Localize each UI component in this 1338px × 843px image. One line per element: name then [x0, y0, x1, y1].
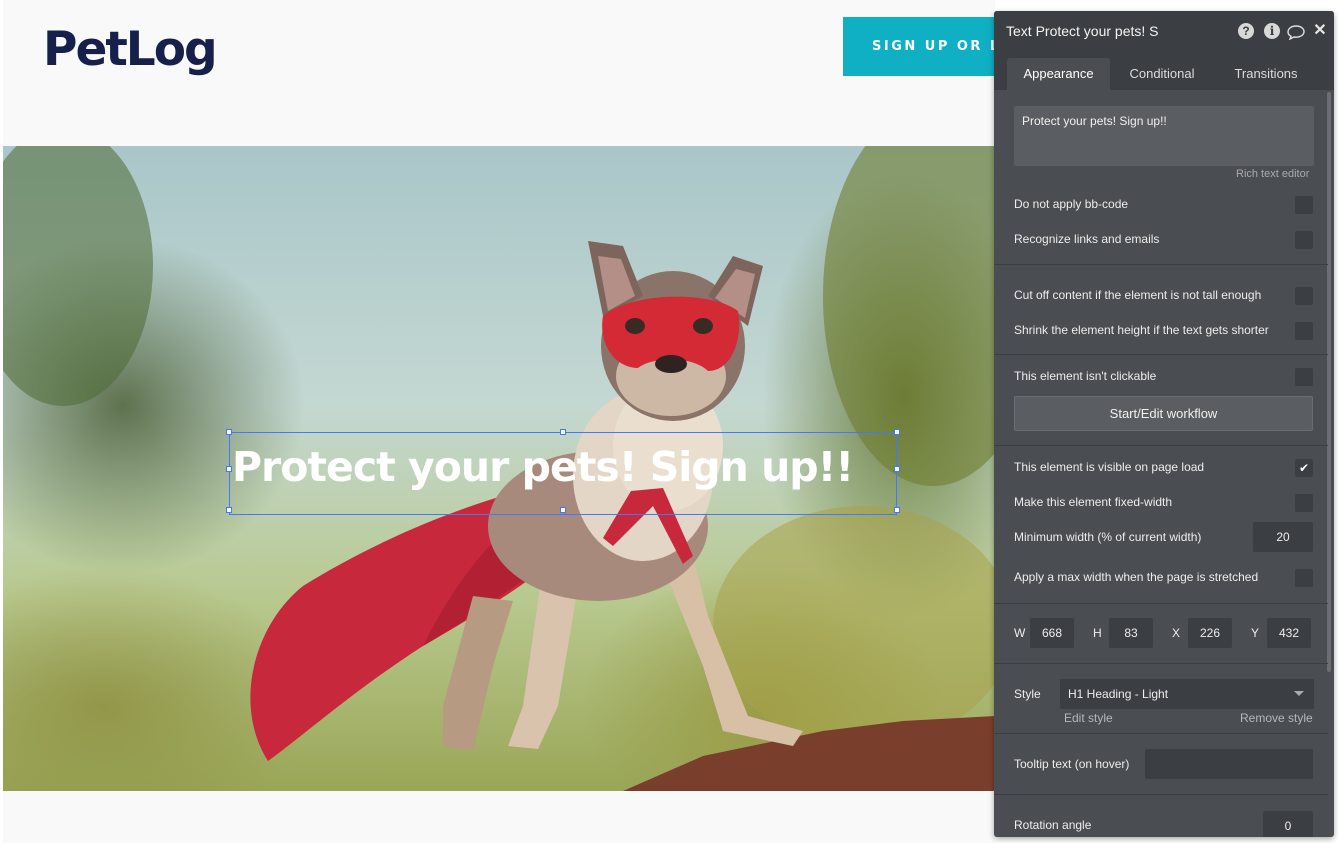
- hero-heading-text[interactable]: Protect your pets! Sign up!!: [229, 432, 897, 515]
- panel-header[interactable]: Text Protect your pets! S ? i ✕: [994, 11, 1334, 51]
- resize-handle-top-right[interactable]: [894, 429, 900, 435]
- logo[interactable]: PetLog: [43, 22, 218, 77]
- start-edit-workflow-button[interactable]: Start/Edit workflow: [1014, 396, 1313, 431]
- divider: [994, 264, 1328, 265]
- width-label: W: [1014, 626, 1026, 640]
- tooltip-input[interactable]: [1145, 749, 1313, 779]
- resize-handle-bottom-left[interactable]: [226, 507, 232, 513]
- not-clickable-label: This element isn't clickable: [1014, 369, 1157, 383]
- resize-handle-bottom-right[interactable]: [894, 507, 900, 513]
- info-icon[interactable]: i: [1264, 23, 1280, 39]
- page-canvas: PetLog SIGN UP OR LOG IN: [3, 0, 995, 843]
- fixed-width-checkbox[interactable]: [1295, 494, 1313, 512]
- divider: [994, 663, 1328, 664]
- tooltip-label: Tooltip text (on hover): [1014, 757, 1130, 771]
- height-input[interactable]: 83: [1109, 618, 1153, 648]
- max-width-label: Apply a max width when the page is stret…: [1014, 570, 1259, 584]
- tab-appearance[interactable]: Appearance: [1007, 58, 1110, 90]
- divider: [994, 445, 1328, 446]
- tab-transitions[interactable]: Transitions: [1218, 58, 1314, 90]
- remove-style-link[interactable]: Remove style: [1240, 711, 1313, 725]
- width-input[interactable]: 668: [1030, 618, 1074, 648]
- max-width-checkbox[interactable]: [1295, 569, 1313, 587]
- min-width-label: Minimum width (% of current width): [1014, 530, 1202, 544]
- edit-style-link[interactable]: Edit style: [1064, 711, 1113, 725]
- rich-text-editor-link[interactable]: Rich text editor: [1236, 168, 1309, 180]
- rotation-input[interactable]: 0: [1263, 811, 1313, 837]
- chevron-down-icon: [1294, 691, 1304, 696]
- cut-off-label: Cut off content if the element is not ta…: [1014, 288, 1262, 302]
- y-input[interactable]: 432: [1267, 618, 1311, 648]
- divider: [994, 354, 1328, 355]
- cut-off-checkbox[interactable]: [1295, 287, 1313, 305]
- signup-login-button[interactable]: SIGN UP OR LOG IN: [843, 17, 995, 76]
- shrink-height-label: Shrink the element height if the text ge…: [1014, 323, 1269, 337]
- comment-icon[interactable]: [1287, 24, 1305, 41]
- resize-handle-top[interactable]: [560, 429, 566, 435]
- resize-handle-left[interactable]: [226, 466, 232, 472]
- shrink-height-checkbox[interactable]: [1295, 322, 1313, 340]
- divider: [994, 733, 1328, 734]
- close-icon[interactable]: ✕: [1312, 23, 1328, 39]
- hero-image[interactable]: Protect your pets! Sign up!!: [3, 146, 995, 791]
- visible-on-load-label: This element is visible on page load: [1014, 460, 1205, 474]
- y-label: Y: [1251, 626, 1260, 640]
- recognize-links-label: Recognize links and emails: [1014, 232, 1160, 246]
- divider: [994, 603, 1328, 604]
- not-clickable-checkbox[interactable]: [1295, 368, 1313, 386]
- resize-handle-right[interactable]: [894, 466, 900, 472]
- text-content-input[interactable]: Protect your pets! Sign up!!: [1014, 106, 1314, 166]
- visible-on-load-checkbox[interactable]: ✔: [1295, 459, 1313, 477]
- resize-handle-bottom[interactable]: [560, 507, 566, 513]
- rotation-label: Rotation angle: [1014, 818, 1092, 832]
- tab-conditional[interactable]: Conditional: [1114, 58, 1210, 90]
- no-bbcode-label: Do not apply bb-code: [1014, 197, 1129, 211]
- resize-handle-top-left[interactable]: [226, 429, 232, 435]
- help-icon[interactable]: ?: [1238, 23, 1254, 39]
- min-width-input[interactable]: 20: [1253, 522, 1313, 552]
- divider: [994, 794, 1328, 795]
- panel-scrollbar[interactable]: [1327, 92, 1331, 672]
- panel-tabs: Appearance Conditional Transitions: [994, 51, 1334, 90]
- fixed-width-label: Make this element fixed-width: [1014, 495, 1173, 509]
- checkmark-icon: ✔: [1298, 461, 1310, 475]
- style-select[interactable]: H1 Heading - Light: [1060, 679, 1314, 709]
- x-input[interactable]: 226: [1188, 618, 1232, 648]
- recognize-links-checkbox[interactable]: [1295, 231, 1313, 249]
- x-label: X: [1172, 626, 1181, 640]
- property-editor-panel: Text Protect your pets! S ? i ✕ Appearan…: [994, 11, 1334, 837]
- no-bbcode-checkbox[interactable]: [1295, 196, 1313, 214]
- style-label: Style: [1014, 687, 1041, 701]
- panel-title: Text Protect your pets! S: [1006, 23, 1159, 39]
- style-value: H1 Heading - Light: [1068, 687, 1169, 701]
- height-label: H: [1093, 626, 1102, 640]
